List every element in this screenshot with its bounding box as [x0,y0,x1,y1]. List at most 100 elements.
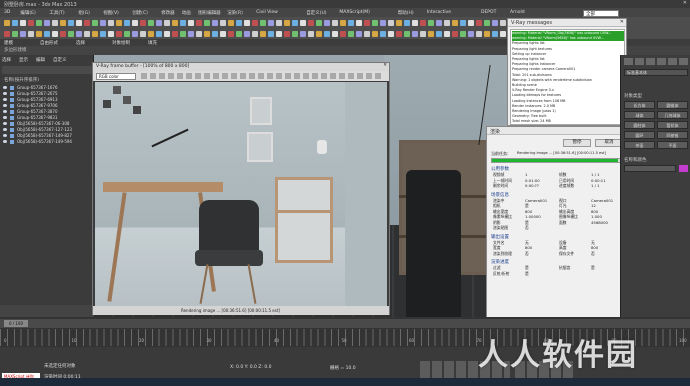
toolbar-icon[interactable] [356,30,362,37]
visibility-eye-icon[interactable] [3,110,7,113]
visibility-eye-icon[interactable] [3,86,7,89]
toolbar-icon[interactable] [236,19,242,26]
toolbar-icon[interactable] [84,19,90,26]
toolbar-icon[interactable] [284,30,290,37]
toolbar-icon[interactable] [492,30,498,37]
toolbar-icon[interactable] [188,19,194,26]
object-type-button[interactable]: 圆环 [624,131,655,139]
toolbar-icon[interactable] [340,30,346,37]
toolbar-icon[interactable] [180,30,186,37]
menu-item[interactable]: 视图(V) [103,10,119,16]
menu-item[interactable]: 帮助(H) [398,10,414,16]
toolbar-icon[interactable] [436,30,442,37]
name-field[interactable] [624,165,676,172]
toolbar-icon[interactable] [100,19,106,26]
toolbar-icon[interactable] [316,19,322,26]
toolbar-icon[interactable] [484,19,490,26]
object-type-button[interactable]: 管状体 [657,121,688,129]
toolbar-icon[interactable] [20,19,26,26]
toolbar-icon[interactable] [484,30,490,37]
list-item[interactable]: Obj(5658)-657367-06-308 [2,121,92,127]
toolbar-icon[interactable] [156,19,162,26]
list-item[interactable]: Obj(5658)-657367-127-123 [2,127,92,133]
object-type-button[interactable]: 平面 [657,141,688,149]
vfb-channel-select[interactable]: RGB color [96,72,136,80]
toolbar-icon[interactable] [132,30,138,37]
toolbar-icon[interactable] [436,19,442,26]
toolbar-icon[interactable] [84,30,90,37]
cancel-button[interactable]: 取消 [595,139,623,147]
list-item[interactable]: Group-657367-2675 [2,91,92,97]
toolbar-icon[interactable] [196,19,202,26]
scene-explorer-tab[interactable]: 显示 [19,57,28,63]
toolbar-icon[interactable] [172,30,178,37]
toolbar-icon[interactable] [44,19,50,26]
menu-item[interactable]: 动画 [182,10,191,16]
toolbar-icon[interactable] [116,30,122,37]
toolbar-icon[interactable] [268,30,274,37]
toolbar-icon[interactable] [76,19,82,26]
toolbar-icon[interactable] [52,19,58,26]
toolbar-icon[interactable] [180,19,186,26]
toolbar-icon[interactable] [236,30,242,37]
menu-item[interactable]: 创建(C) [132,10,148,16]
toolbar-icon[interactable] [452,30,458,37]
toolbar-icon[interactable] [292,19,298,26]
object-type-button[interactable]: 茶壶 [624,141,655,149]
toolbar-icon[interactable] [276,30,282,37]
toolbar-icon[interactable] [28,19,34,26]
list-item[interactable]: Group-657367-9706 [2,103,92,109]
toolbar-icon[interactable] [92,19,98,26]
close-icon[interactable]: ✕ [683,0,687,6]
toolbar-icon[interactable] [28,30,34,37]
list-item[interactable]: Group-657367-1676 [2,85,92,91]
toolbar-icon[interactable] [380,19,386,26]
toolbar-icon[interactable] [156,30,162,37]
toolbar-icon[interactable] [244,19,250,26]
toolbar-icon[interactable] [468,19,474,26]
menu-item[interactable]: 工具(T) [49,10,64,16]
toolbar-icon[interactable] [44,30,50,37]
toolbar-icon[interactable] [228,19,234,26]
toolbar-icon[interactable] [412,19,418,26]
toolbar-icon[interactable] [492,19,498,26]
menu-item[interactable]: MAXScript(M) [339,10,370,15]
toolbar-icon[interactable] [420,30,426,37]
toolbar-icon[interactable] [100,30,106,37]
toolbar-icon[interactable] [268,19,274,26]
toolbar-icon[interactable] [132,19,138,26]
toolbar-icon[interactable] [116,19,122,26]
object-type-button[interactable]: 球体 [624,111,655,119]
toolbar-icon[interactable] [252,19,258,26]
toolbar-icon[interactable] [124,30,130,37]
toolbar-icon[interactable] [428,19,434,26]
pause-button[interactable]: 暂停 [563,139,591,147]
menu-item[interactable]: Interactive [427,10,451,15]
toolbar-icon[interactable] [20,30,26,37]
toolbar-icon[interactable] [60,30,66,37]
toolbar-icon[interactable] [500,30,506,37]
toolbar-icon[interactable] [164,30,170,37]
toolbar-icon[interactable] [4,19,10,26]
toolbar-icon[interactable] [68,19,74,26]
toolbar-icon[interactable] [12,30,18,37]
toolbar-icon[interactable] [308,19,314,26]
menu-item[interactable]: 编辑(E) [20,10,35,16]
toolbar-icon[interactable] [500,19,506,26]
object-type-button[interactable]: 四棱锥 [657,131,688,139]
visibility-eye-icon[interactable] [3,104,7,107]
menu-item[interactable]: 组(G) [78,10,90,16]
object-type-button[interactable]: 长方体 [624,101,655,109]
toolbar-icon[interactable] [284,19,290,26]
toolbar-icon[interactable] [388,30,394,37]
scene-explorer-tab[interactable]: 自定义 [53,57,67,63]
toolbar-icon[interactable] [204,19,210,26]
toolbar-icon[interactable] [212,30,218,37]
toolbar-icon[interactable] [36,19,42,26]
toolbar-icon[interactable] [228,30,234,37]
menu-item[interactable]: Civil View [256,10,278,15]
toolbar-icon[interactable] [172,19,178,26]
toolbar-icon[interactable] [92,30,98,37]
toolbar-icon[interactable] [220,19,226,26]
toolbar-icon[interactable] [204,30,210,37]
